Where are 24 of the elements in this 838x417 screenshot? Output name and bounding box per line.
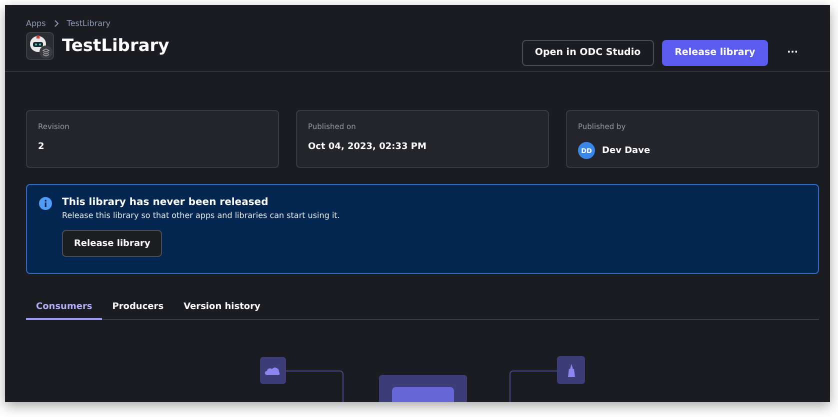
- chevron-right-icon: [54, 20, 59, 27]
- card-value: Dev Dave: [602, 146, 650, 156]
- release-button[interactable]: Release library: [62, 230, 162, 257]
- cloud-icon: [265, 366, 281, 375]
- tower-icon: [568, 364, 574, 376]
- cloud-node[interactable]: [260, 357, 286, 384]
- release-button[interactable]: Release library: [662, 40, 768, 66]
- banner-text: Release this library so that other apps and libraries can start using it.: [62, 211, 340, 220]
- card-value: Oct 04, 2023, 02:33 PM: [308, 142, 426, 152]
- tab[interactable]: Producers: [102, 296, 174, 320]
- connector-line: [509, 370, 558, 402]
- page-title: TestLibrary: [62, 36, 170, 56]
- banner-title: This library has never been released: [62, 197, 270, 208]
- robot-app-icon: [26, 32, 54, 60]
- breadcrumb-current: TestLibrary: [66, 19, 111, 28]
- tab[interactable]: Version history: [174, 296, 270, 320]
- tower-node[interactable]: [557, 356, 585, 384]
- breadcrumb-link[interactable]: Apps: [26, 19, 46, 28]
- info-icon: [39, 197, 52, 210]
- tab[interactable]: Consumers: [26, 296, 102, 320]
- open-studio-button[interactable]: Open in ODC Studio: [522, 40, 654, 66]
- connector-line: [286, 370, 344, 402]
- more-button[interactable]: ···: [776, 40, 809, 66]
- card-value: 2: [38, 142, 44, 152]
